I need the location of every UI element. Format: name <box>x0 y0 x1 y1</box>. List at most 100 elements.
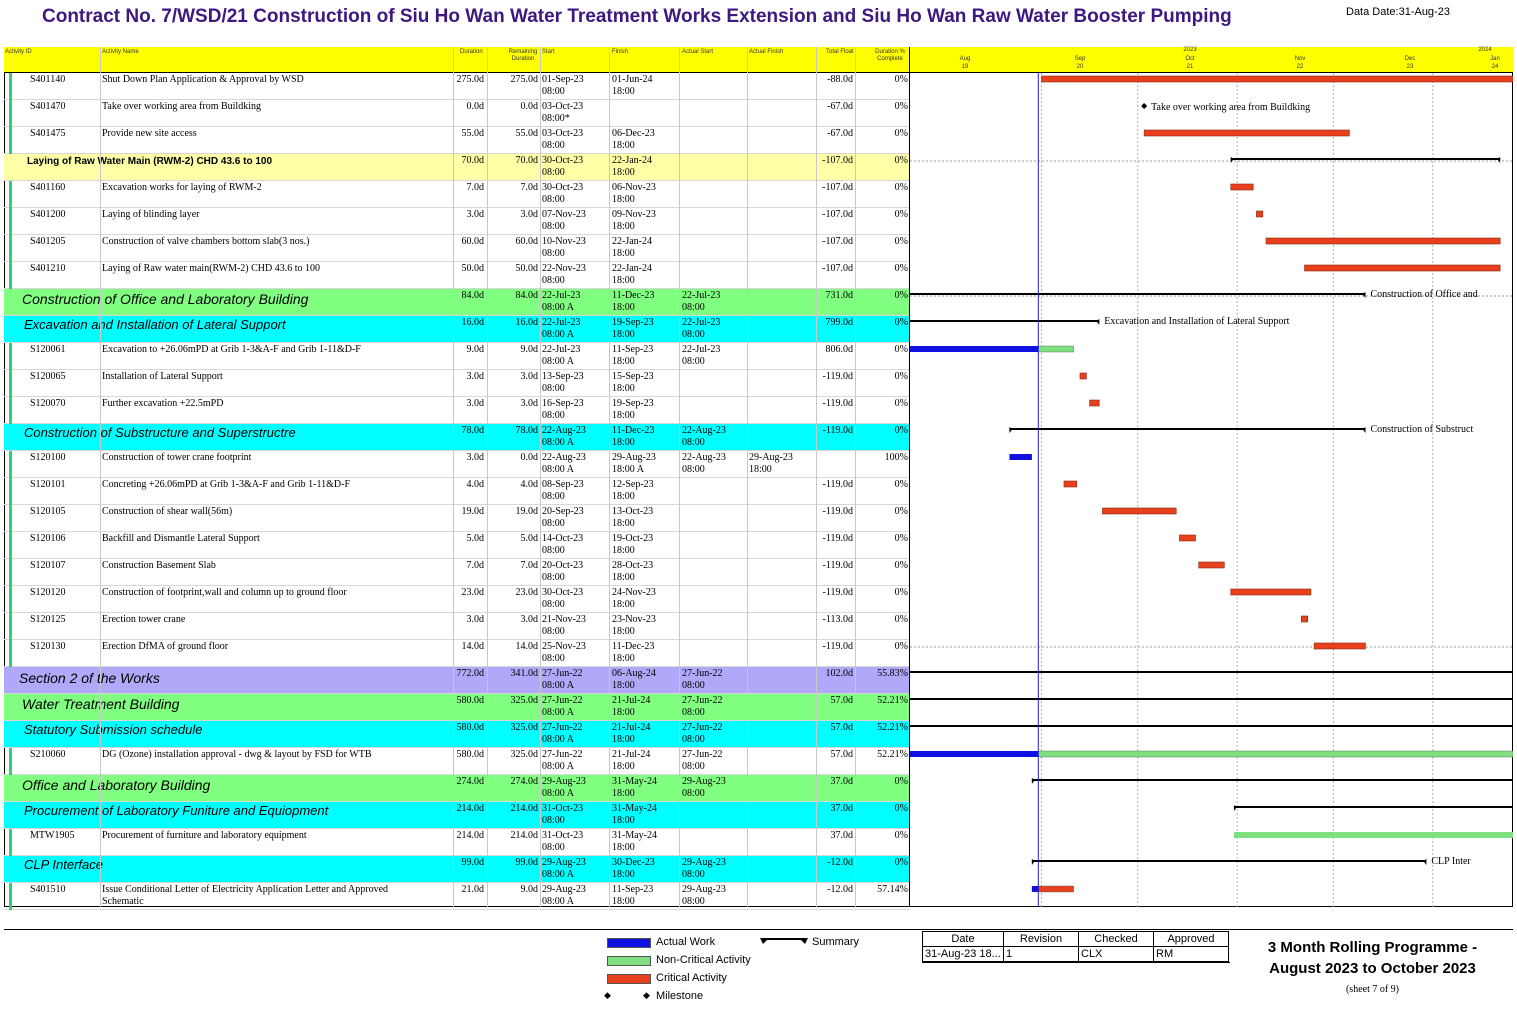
indent-bar <box>9 829 12 856</box>
cell-finish-time: 18:00 <box>612 248 635 259</box>
bar-S120065 <box>1079 372 1087 380</box>
cell-float: -107.0d <box>822 182 853 193</box>
table-row: S120101 Concreting +26.06mPD at Grib 1-3&… <box>4 478 910 505</box>
indent-bar <box>9 235 12 262</box>
cell-finish-time: 18:00 A <box>612 464 644 475</box>
cell-dur: 0.0d <box>466 101 485 112</box>
summary-bar <box>1230 158 1501 160</box>
rev-date: 31-Aug-23 18... <box>922 946 1004 962</box>
cell-finish-time: 18:00 <box>612 86 635 97</box>
cell-finish-time: 18:00 <box>612 680 635 691</box>
bar-S401205 <box>1265 237 1501 245</box>
wbs-name: Excavation and Installation of Lateral S… <box>24 317 286 332</box>
cell-float: -107.0d <box>822 155 853 166</box>
cell-float: 806.0d <box>825 344 854 355</box>
cell-finish: 06-Dec-23 <box>612 128 655 139</box>
activity-name: Erection DfMA of ground floor <box>102 641 229 652</box>
timescale-year: 2023 <box>1183 47 1197 53</box>
activity-id: S120061 <box>30 344 66 355</box>
cell-start-time: 08:00 A <box>542 734 574 745</box>
col-divider <box>609 47 610 907</box>
rev-header-checked: Checked <box>1078 931 1154 947</box>
col-header-finish: Finish <box>612 49 629 55</box>
cell-finish: 31-May-24 <box>612 803 657 814</box>
summary-bar <box>910 320 1100 322</box>
cell-start-time: 08:00 A <box>542 761 574 772</box>
col-header-actual-start: Actual Start <box>682 49 714 55</box>
activity-name: Excavation works for laying of RWM-2 <box>102 182 262 193</box>
cell-start: 27-Jun-22 <box>542 668 583 679</box>
cell-pct: 0% <box>894 317 908 328</box>
cell-afinish: 29-Aug-23 <box>749 452 793 463</box>
cell-start-time: 08:00 <box>542 383 565 394</box>
cell-start: 20-Sep-23 <box>542 506 584 517</box>
activity-id: S401140 <box>30 74 66 85</box>
col-header-start: Start <box>542 49 555 55</box>
activity-id: S401200 <box>30 209 66 220</box>
wbs-row: Excavation and Installation of Lateral S… <box>4 316 910 343</box>
bar-actual-S120061 <box>910 346 1039 352</box>
cell-finish: 22-Jan-24 <box>612 263 652 274</box>
summary-bar <box>910 698 1513 700</box>
cell-start: 30-Oct-23 <box>542 587 584 598</box>
cell-pct: 0% <box>894 182 908 193</box>
table-row: S120065 Installation of Lateral Support 3.… <box>4 370 910 397</box>
cell-pct: 55.83% <box>877 668 908 679</box>
cell-rem: 0.0d <box>520 452 539 463</box>
rev-checked: CLX <box>1078 946 1154 962</box>
cell-astart: 27-Jun-22 <box>682 722 723 733</box>
table-row: S120130 Erection DfMA of ground floor 14.0… <box>4 640 910 667</box>
indent-bar <box>9 208 12 235</box>
rev-approved: RM <box>1153 946 1229 962</box>
col-header-name: Activity Name <box>102 49 139 55</box>
table-row: S401205 Construction of valve chambers bo… <box>4 235 910 262</box>
bar-remaining-S401510 <box>1038 885 1074 893</box>
cell-float: 102.0d <box>825 668 854 679</box>
cell-start: 01-Sep-23 <box>542 74 584 85</box>
milestone-S401470 <box>1141 103 1148 109</box>
cell-pct: 0% <box>894 209 908 220</box>
cell-finish: 23-Nov-23 <box>612 614 656 625</box>
cell-rem: 275.0d <box>510 74 539 85</box>
cell-dur: 55.0d <box>461 128 485 139</box>
indent-bar <box>9 586 12 613</box>
cell-rem: 325.0d <box>510 695 539 706</box>
cell-rem: 9.0d <box>520 344 539 355</box>
cell-float: 37.0d <box>830 803 854 814</box>
cell-finish-time: 18:00 <box>612 761 635 772</box>
cell-dur: 14.0d <box>461 641 485 652</box>
cell-astart: 27-Jun-22 <box>682 695 723 706</box>
cell-pct: 0% <box>894 479 908 490</box>
table-row: S120107 Construction Basement Slab 7.0d 7.0… <box>4 559 910 586</box>
bar-S401210 <box>1304 264 1501 272</box>
wbs-row: Laying of Raw Water Main (RWM-2) CHD 43.… <box>4 154 910 181</box>
cell-finish: 22-Jan-24 <box>612 236 652 247</box>
bar-S120070 <box>1089 399 1100 407</box>
cell-pct: 0% <box>894 155 908 166</box>
activity-name: Take over working area from Buildking <box>102 101 261 112</box>
indent-bar <box>9 559 12 586</box>
cell-pct: 52.21% <box>877 695 908 706</box>
cell-pct: 0% <box>894 128 908 139</box>
footer-divider <box>4 929 1513 930</box>
cell-finish-time: 18:00 <box>612 815 635 826</box>
cell-pct: 0% <box>894 101 908 112</box>
cell-astart-time: 08:00 <box>682 437 705 448</box>
cell-start: 03-Oct-23 <box>542 101 584 112</box>
cell-pct: 0% <box>894 560 908 571</box>
activity-name: Laying of blinding layer <box>102 209 200 220</box>
cell-pct: 0% <box>894 533 908 544</box>
activity-name: Construction Basement Slab <box>102 560 216 571</box>
cell-start: 25-Nov-23 <box>542 641 586 652</box>
activity-id: S210060 <box>30 749 66 760</box>
cell-finish-time: 18:00 <box>612 221 635 232</box>
cell-rem: 99.0d <box>515 857 539 868</box>
cell-start: 27-Jun-22 <box>542 722 583 733</box>
bar-S120107 <box>1198 561 1225 569</box>
cell-pct: 52.21% <box>877 749 908 760</box>
indent-bar <box>9 262 12 289</box>
cell-astart-time: 08:00 <box>682 788 705 799</box>
activity-id: S120125 <box>30 614 66 625</box>
cell-start-time: 08:00 <box>542 86 565 97</box>
table-row: S401510 Issue Conditional Letter of Elect… <box>4 883 910 910</box>
